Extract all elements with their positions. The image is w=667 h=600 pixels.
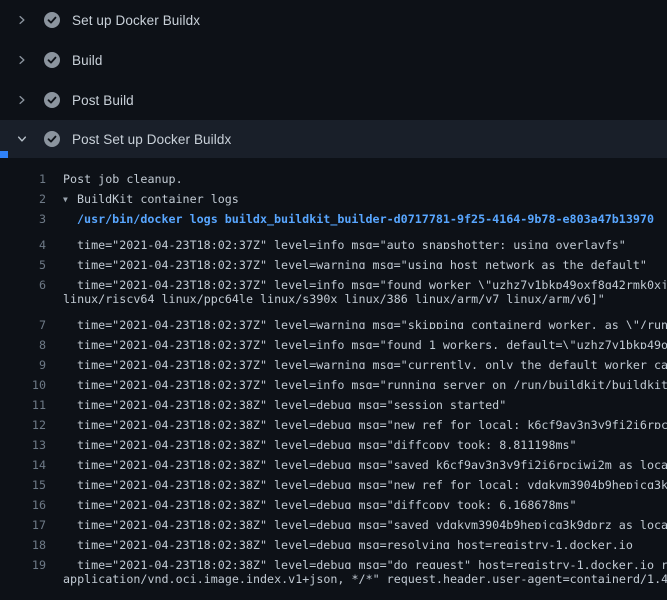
log-row: 11 time="2021-04-23T18:02:38Z" level=debu… <box>0 389 667 409</box>
log-row: 3/usr/bin/docker logs buildx_buildkit_bu… <box>0 209 667 229</box>
log-text: application/vnd.oci.image.index.v1+json,… <box>63 572 667 586</box>
line-number[interactable]: 9 <box>0 358 46 370</box>
log-row: 17 time="2021-04-23T18:02:38Z" level=debu… <box>0 509 667 529</box>
line-number[interactable]: 14 <box>0 458 46 470</box>
log-row: 19 time="2021-04-23T18:02:38Z" level=debu… <box>0 549 667 569</box>
line-number[interactable]: 16 <box>0 498 46 510</box>
step-section-set-up-docker-buildx[interactable]: Set up Docker Buildx <box>0 0 667 40</box>
log-row: 7 time="2021-04-23T18:02:37Z" level=warni… <box>0 309 667 329</box>
line-number[interactable]: 3 <box>0 212 46 226</box>
log-text: Post job cleanup. <box>63 172 183 186</box>
line-number[interactable]: 12 <box>0 418 46 430</box>
step-label: Set up Docker Buildx <box>72 13 200 28</box>
log-text: time="2021-04-23T18:02:38Z" level=debug … <box>63 518 667 530</box>
check-circle-icon <box>44 92 60 108</box>
line-number[interactable]: 7 <box>0 318 46 330</box>
log-row: 20time="2021-04-23T18:02:38Z" level=debu… <box>0 589 667 600</box>
log-row: 14 time="2021-04-23T18:02:38Z" level=debu… <box>0 449 667 469</box>
line-number[interactable]: 2 <box>0 192 46 206</box>
line-number[interactable]: 1 <box>0 172 46 186</box>
line-number[interactable]: 10 <box>0 378 46 390</box>
log-group-toggle[interactable]: ▼BuildKit container logs <box>63 192 239 206</box>
check-circle-icon <box>44 131 60 147</box>
command-text: /usr/bin/docker logs buildx_buildkit_bui… <box>63 212 654 226</box>
log-text: linux/riscv64 linux/ppc64le linux/s390x … <box>63 292 605 306</box>
line-number[interactable]: 18 <box>0 538 46 550</box>
line-number[interactable]: 17 <box>0 518 46 530</box>
step-section-build[interactable]: Build <box>0 40 667 80</box>
line-number[interactable]: 8 <box>0 338 46 350</box>
log-text: time="2021-04-23T18:02:37Z" level=info m… <box>63 238 626 250</box>
line-number[interactable]: 4 <box>0 238 46 250</box>
group-expanded-triangle-icon: ▼ <box>63 195 77 204</box>
line-number[interactable]: 13 <box>0 438 46 450</box>
log-row: 9 time="2021-04-23T18:02:37Z" level=warni… <box>0 349 667 369</box>
log-text: time="2021-04-23T18:02:37Z" level=info m… <box>63 278 667 290</box>
step-section-post-set-up-docker-buildx[interactable]: Post Set up Docker Buildx <box>0 120 667 158</box>
log-text: time="2021-04-23T18:02:38Z" level=debug … <box>63 398 506 410</box>
focus-indicator <box>0 151 8 158</box>
log-row: 13 time="2021-04-23T18:02:38Z" level=debu… <box>0 429 667 449</box>
log-text: time="2021-04-23T18:02:37Z" level=info m… <box>63 378 667 390</box>
step-label: Post Build <box>72 93 134 108</box>
log-text: time="2021-04-23T18:02:38Z" level=debug … <box>63 438 577 450</box>
chevron-down-icon <box>14 131 30 147</box>
log-text: time="2021-04-23T18:02:38Z" level=debug … <box>63 498 577 510</box>
log-text: time="2021-04-23T18:02:38Z" level=debug … <box>63 538 633 550</box>
line-number[interactable]: 11 <box>0 398 46 410</box>
chevron-right-icon <box>14 52 30 68</box>
workflow-log-viewer: Set up Docker Buildx Build Post Build Post … <box>0 0 667 600</box>
log-row: 8 time="2021-04-23T18:02:37Z" level=info … <box>0 329 667 349</box>
log-text: time="2021-04-23T18:02:38Z" level=debug … <box>63 558 667 570</box>
step-section-post-build[interactable]: Post Build <box>0 80 667 120</box>
log-row: 16 time="2021-04-23T18:02:38Z" level=debu… <box>0 489 667 509</box>
line-number[interactable]: 19 <box>0 558 46 570</box>
line-number[interactable]: 15 <box>0 478 46 490</box>
log-row: 18 time="2021-04-23T18:02:38Z" level=debu… <box>0 529 667 549</box>
log-row: application/vnd.oci.image.index.v1+json,… <box>0 569 667 589</box>
line-number[interactable]: 5 <box>0 258 46 270</box>
log-row: 12 time="2021-04-23T18:02:38Z" level=debu… <box>0 409 667 429</box>
log-row: 15 time="2021-04-23T18:02:38Z" level=debu… <box>0 469 667 489</box>
log-row: 5 time="2021-04-23T18:02:37Z" level=warni… <box>0 249 667 269</box>
step-label: Post Set up Docker Buildx <box>72 132 231 147</box>
step-label: Build <box>72 53 103 68</box>
log-text: time="2021-04-23T18:02:38Z" level=debug … <box>63 458 667 470</box>
log-group-title: BuildKit container logs <box>77 192 239 206</box>
log-row: 1 Post job cleanup. <box>0 169 667 189</box>
log-text: time="2021-04-23T18:02:38Z" level=debug … <box>63 478 667 490</box>
steps-list: Set up Docker Buildx Build Post Build Post … <box>0 0 667 158</box>
log-row: 4 time="2021-04-23T18:02:37Z" level=info … <box>0 229 667 249</box>
log-row: 2 ▼BuildKit container logs <box>0 189 667 209</box>
line-number[interactable]: 6 <box>0 278 46 290</box>
log-text: time="2021-04-23T18:02:37Z" level=warnin… <box>63 358 667 370</box>
log-text: time="2021-04-23T18:02:37Z" level=warnin… <box>63 258 647 270</box>
log-text: time="2021-04-23T18:02:37Z" level=info m… <box>63 338 667 350</box>
log-row: 6 time="2021-04-23T18:02:37Z" level=info … <box>0 269 667 289</box>
log-text: time="2021-04-23T18:02:37Z" level=warnin… <box>63 318 667 330</box>
log-text: time="2021-04-23T18:02:38Z" level=debug … <box>63 418 667 430</box>
chevron-right-icon <box>14 12 30 28</box>
chevron-right-icon <box>14 92 30 108</box>
check-circle-icon <box>44 12 60 28</box>
log-row: 10 time="2021-04-23T18:02:37Z" level=info… <box>0 369 667 389</box>
check-circle-icon <box>44 52 60 68</box>
log-row: linux/riscv64 linux/ppc64le linux/s390x … <box>0 289 667 309</box>
log-area: 1 Post job cleanup. 2 ▼BuildKit container l… <box>0 158 667 600</box>
